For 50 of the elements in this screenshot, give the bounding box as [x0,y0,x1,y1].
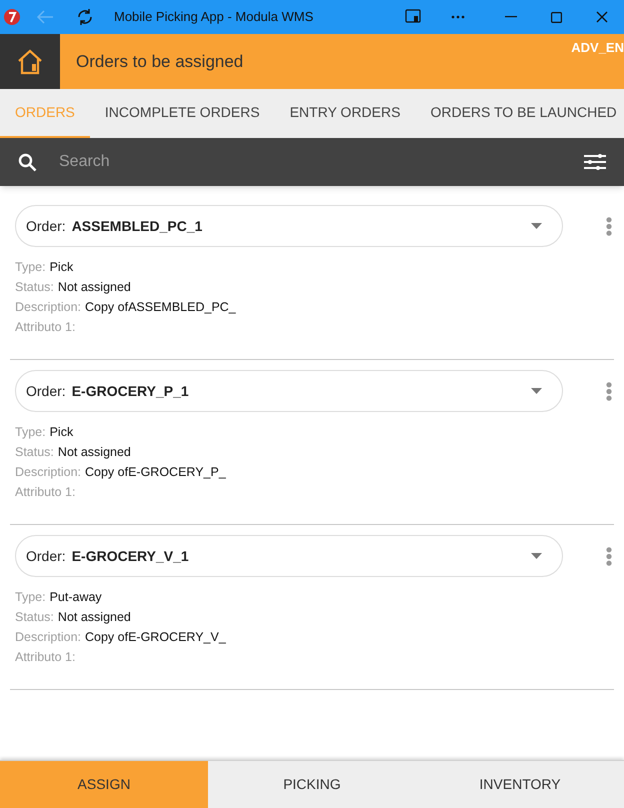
field-label: Description: [15,299,81,316]
field-label: Attributo 1: [15,484,76,502]
kebab-menu-icon[interactable] [606,546,612,566]
field-value: Copy ofE-GROCERY_V_ [85,629,226,646]
field-label: Type: [15,424,46,442]
filter-icon[interactable] [584,154,606,170]
nav-tab[interactable]: ASSIGN [0,761,208,808]
caret-icon [531,388,542,394]
search-bar[interactable]: Search [0,138,624,186]
app-logo-icon [4,9,20,25]
field-label: Attributo 1: [15,319,76,336]
tab[interactable]: ENTRY ORDERS [274,89,416,138]
field-value: Pick [50,259,74,276]
field-label: Status: [15,609,54,626]
window-title: Mobile Picking App - Modula WMS [114,8,314,26]
field-value: Pick [50,424,74,442]
tab[interactable]: ORDERS TO BE LAUNCHED [415,89,624,138]
field-label: Type: [15,259,46,276]
search-field[interactable]: Search [59,150,584,174]
field-label: Description: [15,464,81,482]
minimize-icon[interactable] [505,16,517,18]
kebab-menu-icon[interactable] [606,382,612,400]
field-value: Not assigned [58,609,131,626]
order-dropdown[interactable]: Order: ASSEMBLED_PC_1 [15,205,563,247]
refresh-icon[interactable] [76,8,94,26]
order-dropdown[interactable]: Order: E-GROCERY_P_1 [15,370,563,412]
field-value: Copy ofE-GROCERY_P_ [85,464,226,482]
tab[interactable]: INCOMPLETE ORDERS [90,89,275,138]
close-icon[interactable] [596,11,608,23]
field-value: Not assigned [58,279,131,296]
caret-icon [531,223,542,229]
field-value: Not assigned [58,444,131,462]
nav-tab[interactable]: PICKING [208,761,416,808]
page-title: Orders to be assigned [76,50,244,73]
user-name: ADV_EN [571,39,624,57]
maximize-icon[interactable] [551,12,562,22]
field-label: Status: [15,279,54,296]
caret-icon [531,553,542,559]
field-label: Attributo 1: [15,649,76,666]
field-label: Status: [15,444,54,462]
field-value: Put-away [50,589,102,606]
field-value: Copy ofASSEMBLED_PC_ [85,299,236,316]
more-icon[interactable] [451,15,465,19]
nav-tab[interactable]: INVENTORY [416,761,624,808]
field-label: Type: [15,589,46,606]
order-dropdown[interactable]: Order: E-GROCERY_V_1 [15,535,563,577]
search-icon [18,152,37,172]
home-icon[interactable] [16,48,44,74]
field-label: Description: [15,629,81,646]
kebab-menu-icon[interactable] [606,216,612,236]
